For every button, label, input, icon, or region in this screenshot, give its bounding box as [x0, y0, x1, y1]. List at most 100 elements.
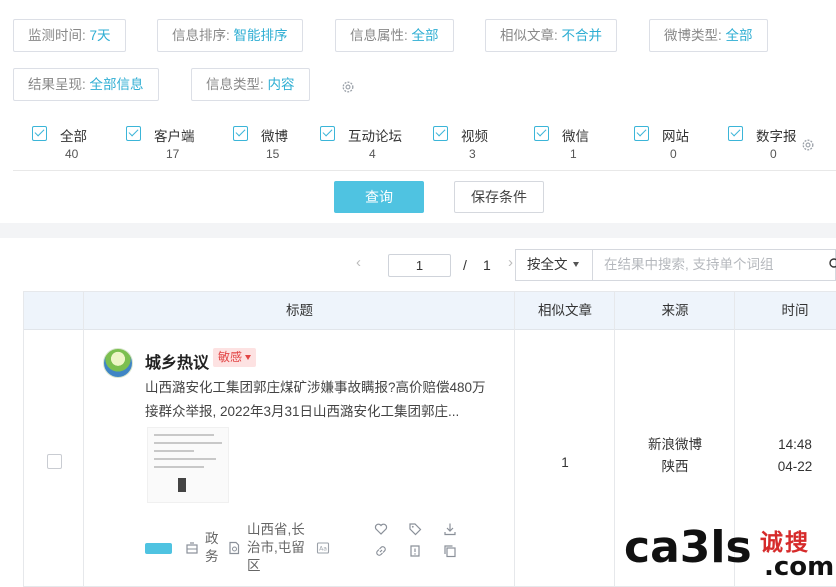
- category-client[interactable]: 客户端 17: [126, 124, 206, 166]
- channel-badge: [145, 543, 172, 554]
- category-weibo[interactable]: 微博 15: [233, 124, 293, 166]
- category-label: 客户端: [154, 129, 195, 144]
- svg-text:Aa: Aa: [319, 546, 327, 553]
- chevron-right-icon[interactable]: ›: [508, 254, 513, 271]
- watermark-com: .com: [764, 552, 835, 582]
- category-video[interactable]: 视频 3: [433, 124, 493, 166]
- table-header: 标题 相似文章 来源 时间: [24, 292, 836, 330]
- checkbox-checked[interactable]: [433, 126, 448, 141]
- gear-icon[interactable]: [801, 138, 815, 152]
- filter-value: 7天: [89, 28, 111, 43]
- checkbox-checked[interactable]: [728, 126, 743, 141]
- search-scope-select[interactable]: 按全文: [515, 249, 593, 281]
- sensitive-tag-label: 敏感: [218, 350, 243, 364]
- category-count: 4: [369, 147, 376, 161]
- page-number-input[interactable]: 1: [388, 254, 451, 277]
- filter-value: 全部: [725, 28, 753, 43]
- filter-value: 智能排序: [233, 28, 288, 43]
- source-region: 陕西: [661, 459, 689, 474]
- checkbox-checked[interactable]: [534, 126, 549, 141]
- category-label: 视频: [461, 129, 488, 144]
- filter-similar-articles[interactable]: 相似文章: 不合并: [485, 19, 618, 52]
- filter-label: 信息排序:: [172, 28, 230, 43]
- category-count: 0: [770, 147, 777, 161]
- caret-down-icon: [245, 355, 252, 360]
- filter-weibo-type[interactable]: 微博类型: 全部: [649, 19, 768, 52]
- filter-label: 监测时间:: [28, 28, 86, 43]
- category-label: 互动论坛: [348, 129, 402, 144]
- filter-label: 结果呈现:: [28, 77, 86, 92]
- query-button[interactable]: 查询: [334, 181, 424, 213]
- filter-info-type[interactable]: 信息类型: 内容: [191, 68, 310, 101]
- checkbox-checked[interactable]: [634, 126, 649, 141]
- watermark-main: ca3ls: [624, 522, 752, 573]
- column-header-similar[interactable]: 相似文章: [515, 292, 615, 330]
- filter-value: 全部信息: [89, 77, 144, 92]
- checkbox-checked[interactable]: [126, 126, 141, 141]
- sensitive-tag[interactable]: 敏感: [213, 348, 257, 367]
- chevron-left-icon[interactable]: ‹: [356, 254, 361, 271]
- search-input[interactable]: 在结果中搜索, 支持单个词组: [593, 249, 836, 281]
- document-icon: [229, 541, 240, 555]
- category-count: 17: [166, 147, 180, 161]
- filter-label: 信息类型:: [206, 77, 264, 92]
- category-label: 微信: [562, 129, 589, 144]
- avatar[interactable]: [103, 348, 133, 378]
- category-count: 0: [670, 147, 677, 161]
- column-header-time[interactable]: 时间: [735, 292, 836, 330]
- filter-value: 内容: [267, 77, 295, 92]
- category-forum[interactable]: 互动论坛 4: [320, 124, 410, 166]
- save-conditions-button[interactable]: 保存条件: [454, 181, 544, 213]
- filter-info-attribute[interactable]: 信息属性: 全部: [335, 19, 454, 52]
- search-icon[interactable]: [829, 258, 836, 270]
- filter-label: 微博类型:: [664, 28, 722, 43]
- checkbox-checked[interactable]: [233, 126, 248, 141]
- location-text: 山西省,长治市,屯留区: [247, 522, 305, 573]
- row-checkbox[interactable]: [47, 454, 62, 469]
- filter-result-display[interactable]: 结果呈现: 全部信息: [13, 68, 159, 101]
- category-label: 数字报: [756, 129, 797, 144]
- column-divider: [83, 292, 84, 587]
- filter-label: 相似文章:: [500, 28, 558, 43]
- warning-icon[interactable]: [408, 544, 422, 558]
- filter-value: 不合并: [561, 28, 603, 43]
- source-name: 新浪微博: [648, 437, 702, 452]
- column-header-title[interactable]: 标题: [84, 292, 515, 330]
- checkbox-checked[interactable]: [32, 126, 47, 141]
- category-website[interactable]: 网站 0: [634, 124, 694, 166]
- filter-monitor-time[interactable]: 监测时间: 7天: [13, 19, 126, 52]
- copy-icon[interactable]: [443, 544, 457, 558]
- gear-icon[interactable]: [341, 80, 355, 94]
- building-icon: [186, 542, 198, 554]
- column-header-source[interactable]: 来源: [615, 292, 735, 330]
- caret-down-icon: [572, 262, 579, 267]
- heart-icon[interactable]: [374, 522, 388, 536]
- filter-info-sort[interactable]: 信息排序: 智能排序: [157, 19, 303, 52]
- article-thumbnail[interactable]: [147, 427, 229, 503]
- article-summary[interactable]: 山西潞安化工集团郭庄煤矿涉嫌事故瞒报?高价赔偿480万接群众举报, 2022年3…: [145, 376, 495, 424]
- download-icon[interactable]: [443, 522, 457, 536]
- page-separator: /: [463, 257, 467, 273]
- translate-icon[interactable]: Aa: [316, 541, 330, 555]
- author-name[interactable]: 城乡热议: [145, 349, 209, 373]
- category-text: 政务: [205, 531, 219, 564]
- category-digital-paper[interactable]: 数字报 0: [728, 124, 798, 166]
- category-wechat[interactable]: 微信 1: [534, 124, 594, 166]
- category-count: 3: [469, 147, 476, 161]
- category-label: 全部: [60, 129, 87, 144]
- category-label: 网站: [662, 129, 689, 144]
- checkbox-checked[interactable]: [320, 126, 335, 141]
- date-text: 04-22: [777, 459, 813, 474]
- category-all[interactable]: 全部 40: [32, 124, 92, 166]
- time-text: 14:48: [778, 437, 812, 452]
- column-divider: [514, 292, 515, 587]
- similar-count[interactable]: 1: [515, 452, 615, 473]
- category-count: 15: [266, 147, 280, 161]
- divider: [13, 170, 836, 171]
- category-count: 1: [570, 147, 577, 161]
- link-icon[interactable]: [374, 544, 388, 558]
- filter-label: 信息属性:: [350, 28, 408, 43]
- tag-icon[interactable]: [408, 522, 422, 536]
- category-count: 40: [65, 147, 79, 161]
- filter-panel: 监测时间: 7天 信息排序: 智能排序 信息属性: 全部 相似文章: 不合并 微…: [0, 0, 836, 223]
